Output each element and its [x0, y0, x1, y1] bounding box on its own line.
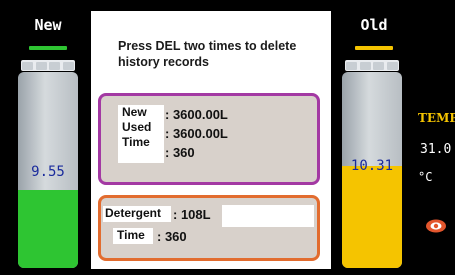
time-label: Time — [122, 135, 150, 149]
detergent-label: Detergent — [103, 206, 171, 222]
machine-display: New 9.55 Press DEL two times to delete h… — [0, 0, 455, 275]
temp-unit: °C — [418, 170, 433, 184]
instruction-text: Press DEL two times to delete history re… — [118, 39, 297, 69]
history-records-box: New Used Time : 3600.00L : 3600.00L : 36… — [98, 93, 320, 185]
detergent-time-label: Time — [113, 228, 153, 244]
history-panel: Press DEL two times to delete history re… — [91, 11, 331, 269]
new-tank-cap — [21, 60, 75, 71]
warning-lamp-icon[interactable] — [425, 218, 447, 234]
detergent-box: Detergent Time : 108L : 360 — [98, 195, 320, 261]
temp-label: TEMP — [418, 111, 455, 125]
temp-value: 31.0 — [420, 142, 452, 157]
new-tank-title: New — [34, 16, 62, 34]
used-value: : 3600.00L — [165, 126, 228, 141]
old-tank-marker — [355, 46, 393, 50]
old-tank-value: 10.31 — [350, 158, 394, 174]
new-tank-marker — [29, 46, 67, 50]
new-label: New — [122, 105, 147, 119]
new-tank-value: 9.55 — [31, 164, 65, 180]
old-tank-cap — [345, 60, 399, 71]
new-tank-gauge: 9.55 — [18, 72, 78, 268]
time-value: : 360 — [165, 145, 195, 160]
used-label: Used — [122, 120, 152, 134]
detergent-time-value: : 360 — [157, 229, 187, 244]
old-tank-title: Old — [360, 16, 388, 34]
old-tank-gauge: 10.31 — [342, 72, 402, 268]
old-tank-level — [342, 166, 402, 268]
new-value: : 3600.00L — [165, 107, 228, 122]
detergent-value: : 108L — [173, 207, 211, 222]
history-label-block: New Used Time — [118, 105, 164, 163]
new-tank-level — [18, 189, 78, 268]
detergent-input-field[interactable] — [222, 205, 314, 227]
